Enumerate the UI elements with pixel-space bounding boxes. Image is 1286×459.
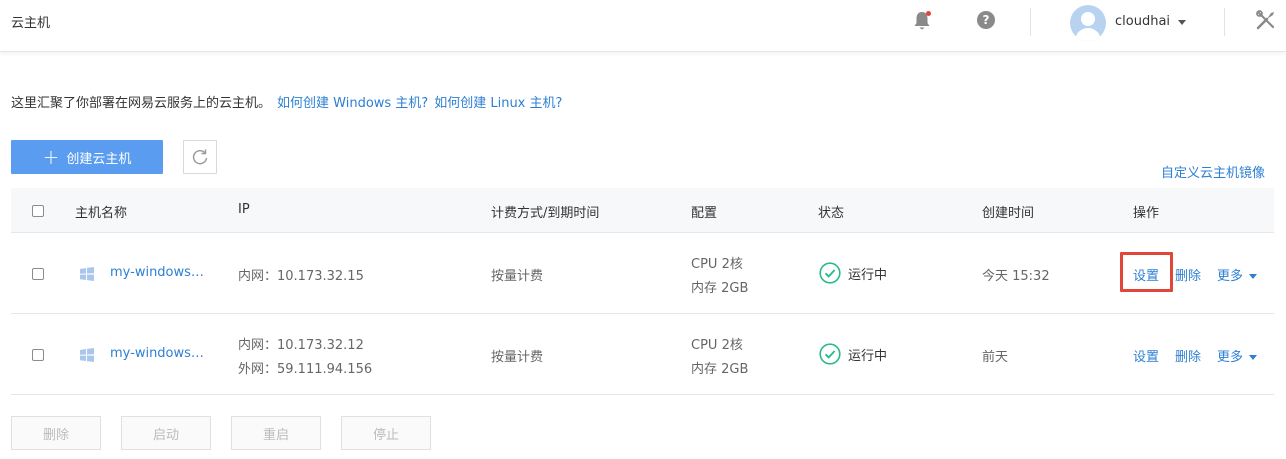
ip-external: 外网：59.111.94.156 [238,362,373,377]
bulk-stop-button[interactable]: 停止 [341,416,431,450]
column-header-billing: 计费方式/到期时间 [491,206,600,221]
linux-help-link[interactable]: 如何创建 Linux 主机? [434,96,562,111]
intro-description: 这里汇聚了你部署在网易云服务上的云主机。 [11,96,272,111]
chevron-down-icon[interactable] [1178,20,1186,25]
divider [1224,8,1225,36]
intro-text: 这里汇聚了你部署在网易云服务上的云主机。 如何创建 Windows 主机? 如何创建… [11,92,562,111]
table-header: 主机名称 IP 计费方式/到期时间 配置 状态 创建时间 操作 [11,188,1274,233]
username[interactable]: cloudhai [1115,14,1170,29]
delete-button[interactable]: 删除 [1175,346,1201,365]
bell-icon[interactable] [912,10,932,32]
delete-button[interactable]: 删除 [1175,265,1201,284]
column-header-created: 创建时间 [982,206,1035,221]
instance-name-link[interactable]: my-windows… [110,265,204,280]
billing-mode: 按量计费 [491,350,544,365]
row-checkbox[interactable] [32,268,44,280]
avatar[interactable] [1070,5,1106,41]
config-memory: 内存 2GB [691,281,749,296]
help-icon[interactable]: ? [977,11,995,29]
column-header-name: 主机名称 [75,206,128,221]
select-all-checkbox[interactable] [32,205,44,217]
created-time: 前天 [982,350,1009,365]
more-dropdown[interactable]: 更多 [1217,346,1258,365]
billing-mode: 按量计费 [491,269,544,284]
bulk-delete-button[interactable]: 删除 [11,416,101,450]
check-circle-icon [819,262,841,284]
windows-icon [80,267,94,281]
custom-image-link[interactable]: 自定义云主机镜像 [1161,162,1265,181]
refresh-icon [192,149,208,165]
chevron-down-icon [1249,274,1258,279]
table-row: my-windows… 内网：10.173.32.12 外网：59.111.94… [11,314,1274,395]
windows-icon [80,348,94,362]
instance-name-link[interactable]: my-windows… [110,346,204,361]
tools-icon[interactable] [1255,9,1277,31]
refresh-button[interactable] [183,140,217,174]
column-header-ip: IP [238,202,250,217]
more-label: 更多 [1217,269,1244,284]
ip-internal: 内网：10.173.32.15 [238,269,364,284]
settings-button[interactable]: 设置 [1133,265,1159,284]
config-cpu: CPU 2核 [691,338,743,353]
plus-icon: + [42,145,60,169]
windows-help-link[interactable]: 如何创建 Windows 主机? [277,96,428,111]
instance-table: 主机名称 IP 计费方式/到期时间 配置 状态 创建时间 操作 my-windo… [11,188,1274,395]
status-badge: 运行中 [848,349,888,364]
bulk-start-button[interactable]: 启动 [121,416,211,450]
avatar-body [1075,28,1101,41]
column-header-status: 状态 [818,206,845,221]
notification-dot [926,11,931,16]
page-title: 云主机 [11,16,51,31]
more-label: 更多 [1217,350,1244,365]
divider [1030,8,1031,36]
created-time: 今天 15:32 [982,269,1050,284]
create-instance-button[interactable]: + 创建云主机 [11,140,163,174]
status-badge: 运行中 [848,268,888,283]
table-row: my-windows… 内网：10.173.32.15 按量计费 CPU 2核 … [11,233,1274,314]
config-memory: 内存 2GB [691,362,749,377]
row-checkbox[interactable] [32,349,44,361]
top-bar: 云主机 ? cloudhai [0,0,1286,52]
check-circle-icon [819,343,841,365]
avatar-head [1081,12,1095,26]
chevron-down-icon [1249,355,1258,360]
config-cpu: CPU 2核 [691,257,743,272]
more-dropdown[interactable]: 更多 [1217,265,1258,284]
create-instance-label: 创建云主机 [66,151,132,167]
settings-button[interactable]: 设置 [1133,346,1159,365]
column-header-config: 配置 [691,206,718,221]
column-header-actions: 操作 [1133,206,1160,221]
ip-internal: 内网：10.173.32.12 [238,338,364,353]
bulk-restart-button[interactable]: 重启 [231,416,321,450]
